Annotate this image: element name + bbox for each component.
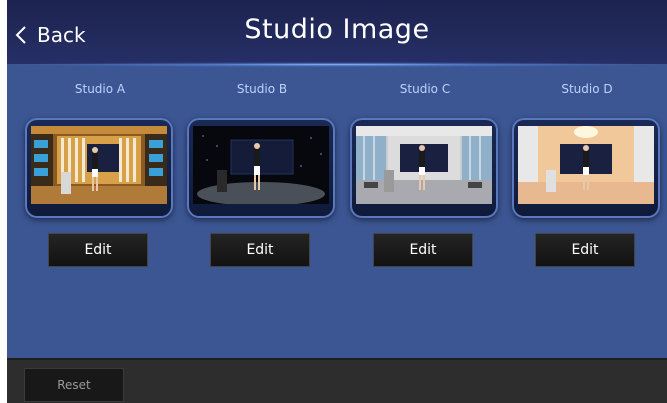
edit-button-studio-d[interactable]: Edit	[535, 233, 635, 267]
page-title: Studio Image	[244, 14, 430, 45]
studio-label: Studio D	[561, 82, 613, 96]
edit-button-studio-b[interactable]: Edit	[210, 233, 310, 267]
header-divider	[7, 62, 667, 67]
studio-label: Studio B	[236, 82, 288, 96]
studio-thumbnail-d[interactable]	[512, 118, 660, 218]
studio-label: Studio C	[399, 82, 451, 96]
header-bar: Back Studio Image	[7, 0, 667, 64]
studio-a-image	[31, 126, 167, 204]
reset-button[interactable]: Reset	[24, 368, 124, 402]
edit-button-studio-a[interactable]: Edit	[48, 233, 148, 267]
studio-d-image	[518, 126, 654, 204]
studio-b-image	[193, 126, 329, 204]
studio-label: Studio A	[74, 82, 126, 96]
studio-image-screen: Back Studio Image Studio A Edit Studio B…	[7, 0, 667, 403]
studio-thumbnail-b[interactable]	[187, 118, 335, 218]
studio-thumbnail-c[interactable]	[350, 118, 498, 218]
studio-card-d: Studio D Edit	[512, 82, 662, 282]
studio-thumbnail-a[interactable]	[25, 118, 173, 218]
edit-button-studio-c[interactable]: Edit	[373, 233, 473, 267]
studio-grid: Studio A Edit Studio B Edit Studio C Edi…	[25, 82, 667, 282]
studio-c-image	[356, 126, 492, 204]
studio-card-a: Studio A Edit	[25, 82, 175, 282]
footer-bar: Reset	[7, 358, 667, 403]
studio-card-c: Studio C Edit	[350, 82, 500, 282]
studio-card-b: Studio B Edit	[187, 82, 337, 282]
